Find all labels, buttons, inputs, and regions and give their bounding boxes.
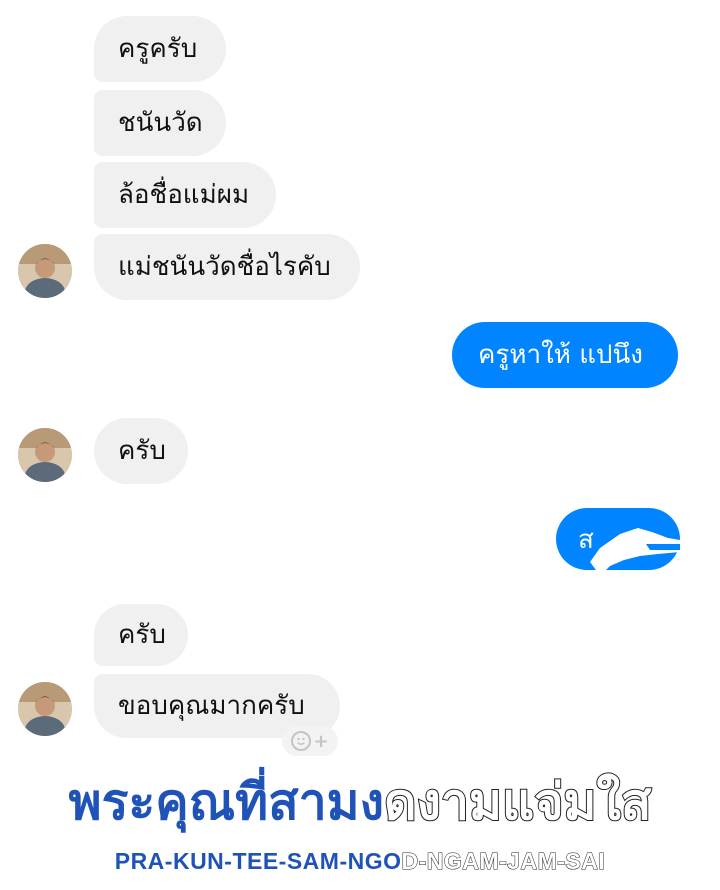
contact-avatar[interactable] <box>18 428 72 482</box>
person-photo-icon <box>18 428 72 482</box>
censor-mark-icon <box>590 528 680 570</box>
person-photo-icon <box>18 244 72 298</box>
message-bubble-outgoing-censored[interactable]: ส <box>556 508 680 570</box>
message-text: ครูหาให้ แปนึง <box>478 340 643 370</box>
caption-thai-part1: พระคุณที่สามง <box>68 773 385 831</box>
message-bubble-incoming[interactable]: ครับ <box>94 418 188 484</box>
caption-roman-part1: PRA-KUN-TEE-SAM-NGO <box>114 848 402 874</box>
add-reaction-icon <box>291 731 312 751</box>
message-text: ชนันวัด <box>118 108 203 138</box>
person-photo-icon <box>18 682 72 736</box>
caption-roman-part2: D-NGAM-JAM-SAI <box>401 848 606 875</box>
message-text: ครูครับ <box>118 34 198 64</box>
message-text: ล้อชื่อแม่ผม <box>118 180 250 210</box>
message-bubble-incoming[interactable]: ครูครับ <box>94 16 226 82</box>
message-text: ขอบคุณมากครับ <box>118 691 305 721</box>
message-bubble-incoming[interactable]: ชนันวัด <box>94 90 226 156</box>
message-bubble-incoming[interactable]: ล้อชื่อแม่ผม <box>94 162 276 228</box>
contact-avatar[interactable] <box>18 244 72 298</box>
message-text: ครับ <box>118 436 166 466</box>
message-bubble-outgoing[interactable]: ครูหาให้ แปนึง <box>452 322 678 388</box>
message-bubble-incoming[interactable]: ครับ <box>94 604 188 666</box>
plus-icon: + <box>313 730 329 752</box>
add-reaction-button[interactable]: + <box>282 726 338 756</box>
meme-caption-romanized: PRA-KUN-TEE-SAM-NGOD-NGAM-JAM-SAI <box>0 848 720 875</box>
message-text: แม่ชนันวัดชื่อไรคับ <box>118 252 331 282</box>
caption-thai-part2: ดงามแจ่มใส <box>383 772 652 832</box>
message-text: ครับ <box>118 620 166 650</box>
message-bubble-incoming[interactable]: แม่ชนันวัดชื่อไรคับ <box>94 234 360 300</box>
contact-avatar[interactable] <box>18 682 72 736</box>
meme-caption-thai: พระคุณที่สามงดงามแจ่มใส <box>0 772 720 832</box>
